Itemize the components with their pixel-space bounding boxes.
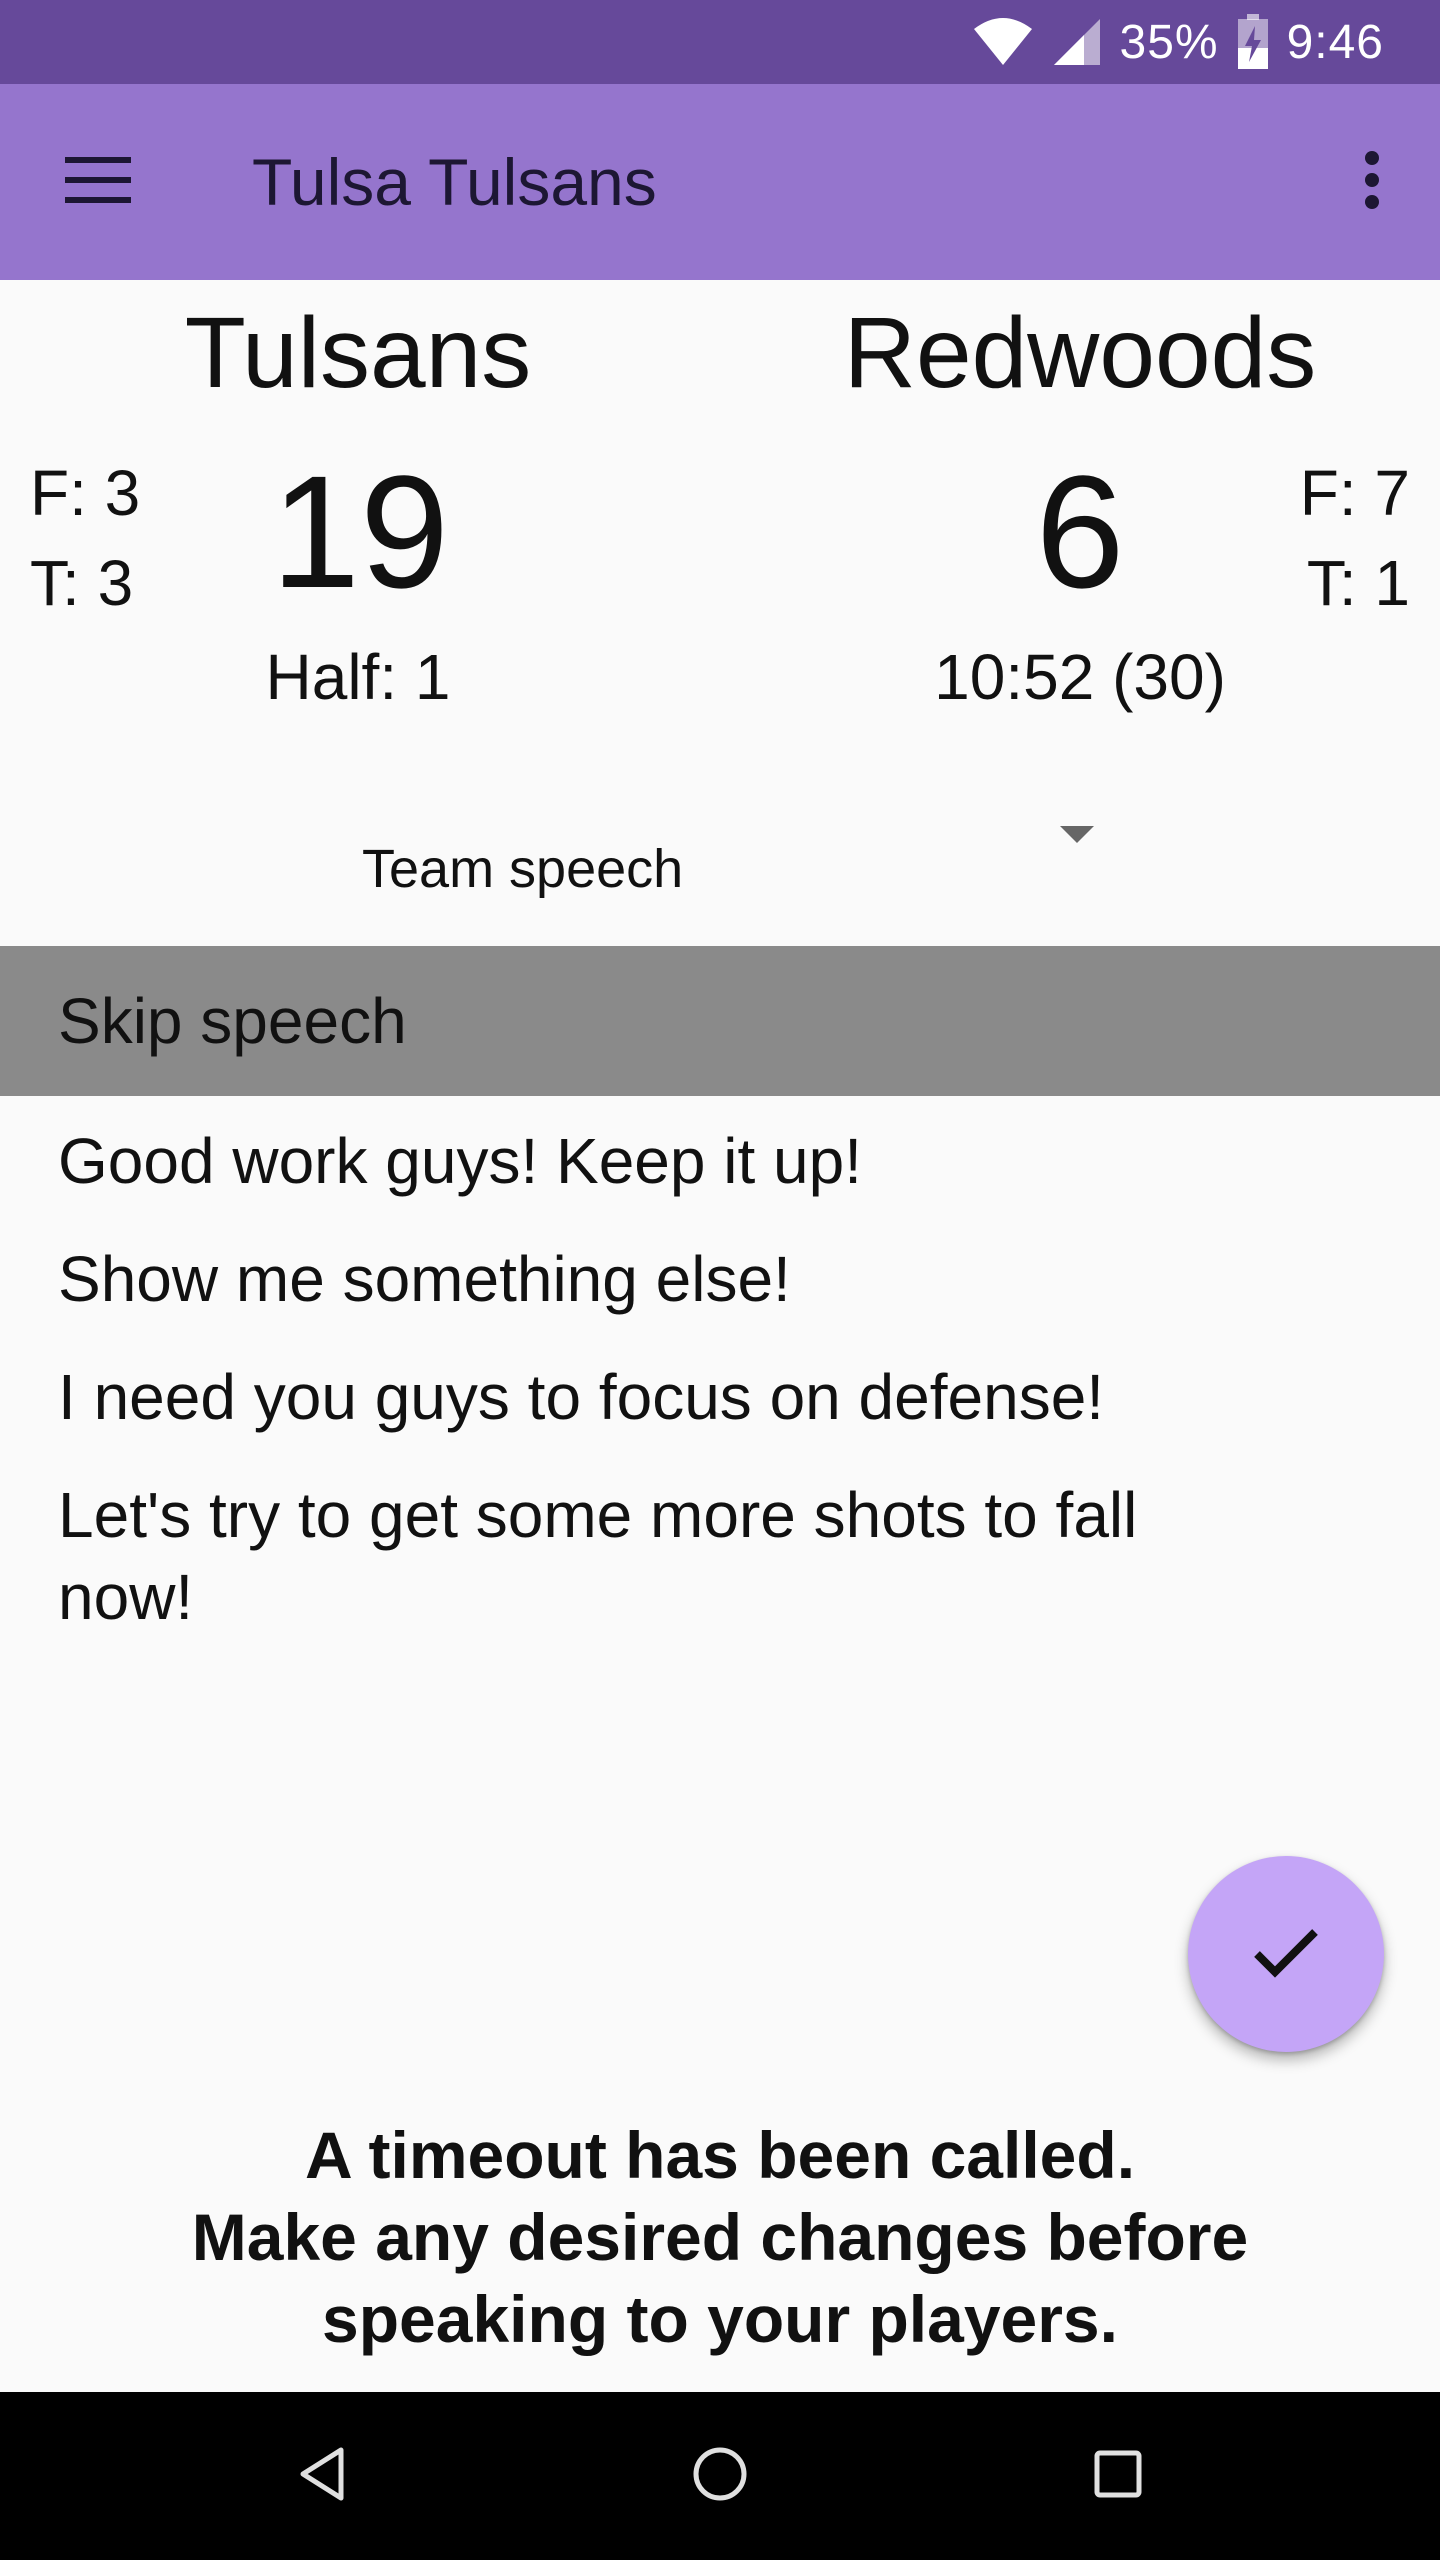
check-icon	[1253, 1926, 1319, 1983]
away-timeouts: T: 1	[1306, 547, 1410, 619]
overflow-menu-icon	[1364, 150, 1380, 215]
status-time: 9:46	[1286, 15, 1384, 69]
app-bar: Tulsa Tulsans	[0, 84, 1440, 280]
speech-option-label: Good work guys! Keep it up!	[58, 1125, 862, 1197]
status-bar: 35% 9:46	[0, 0, 1440, 84]
battery-charging-icon	[1237, 14, 1269, 70]
recents-icon	[1093, 2449, 1143, 2504]
speech-option-label: Show me something else!	[58, 1243, 791, 1315]
timeout-message-line: A timeout has been called.	[304, 2118, 1136, 2192]
speech-option-label: Skip speech	[58, 985, 407, 1057]
away-team-name: Redwoods	[843, 297, 1317, 409]
home-team-name: Tulsans	[184, 297, 532, 409]
home-button[interactable]	[660, 2416, 780, 2536]
away-fouls: F: 7	[1299, 457, 1410, 529]
speech-option-label: Let's try to get some more shots to fall…	[58, 1479, 1138, 1633]
menu-button[interactable]	[40, 124, 156, 240]
speech-options-list: Skip speech Good work guys! Keep it up! …	[0, 946, 1440, 1656]
timeout-message-line: speaking to your players.	[322, 2282, 1118, 2356]
back-button[interactable]	[262, 2416, 382, 2536]
speech-option-show-me[interactable]: Show me something else!	[0, 1220, 1440, 1338]
game-clock: 10:52 (30)	[934, 641, 1226, 713]
cell-signal-icon	[1052, 17, 1102, 67]
speech-option-good-work[interactable]: Good work guys! Keep it up!	[0, 1096, 1440, 1220]
speech-type-dropdown[interactable]: Team speech	[0, 790, 1440, 940]
back-icon	[297, 2446, 347, 2507]
home-score: 19	[271, 442, 449, 621]
speech-option-skip[interactable]: Skip speech	[0, 946, 1440, 1096]
menu-icon	[65, 156, 131, 208]
wifi-icon	[972, 17, 1034, 67]
half-indicator: Half: 1	[265, 641, 451, 713]
app-title: Tulsa Tulsans	[252, 145, 657, 219]
recents-button[interactable]	[1058, 2416, 1178, 2536]
speech-option-label: I need you guys to focus on defense!	[58, 1361, 1105, 1433]
speech-option-shots[interactable]: Let's try to get some more shots to fall…	[0, 1456, 1440, 1656]
overflow-menu-button[interactable]	[1324, 124, 1420, 240]
navigation-bar	[0, 2392, 1440, 2560]
home-icon	[692, 2446, 748, 2507]
home-fouls: F: 3	[30, 457, 141, 529]
speech-type-selected: Team speech	[362, 839, 684, 899]
home-timeouts: T: 3	[30, 547, 134, 619]
timeout-message: A timeout has been called. Make any desi…	[0, 2114, 1440, 2360]
dropdown-arrow-icon	[1060, 826, 1094, 843]
away-score: 6	[1035, 442, 1125, 621]
battery-percent: 35%	[1119, 15, 1219, 69]
timeout-message-line: Make any desired changes before	[191, 2200, 1249, 2274]
speech-option-defense[interactable]: I need you guys to focus on defense!	[0, 1338, 1440, 1456]
confirm-button[interactable]	[1188, 1856, 1384, 2052]
